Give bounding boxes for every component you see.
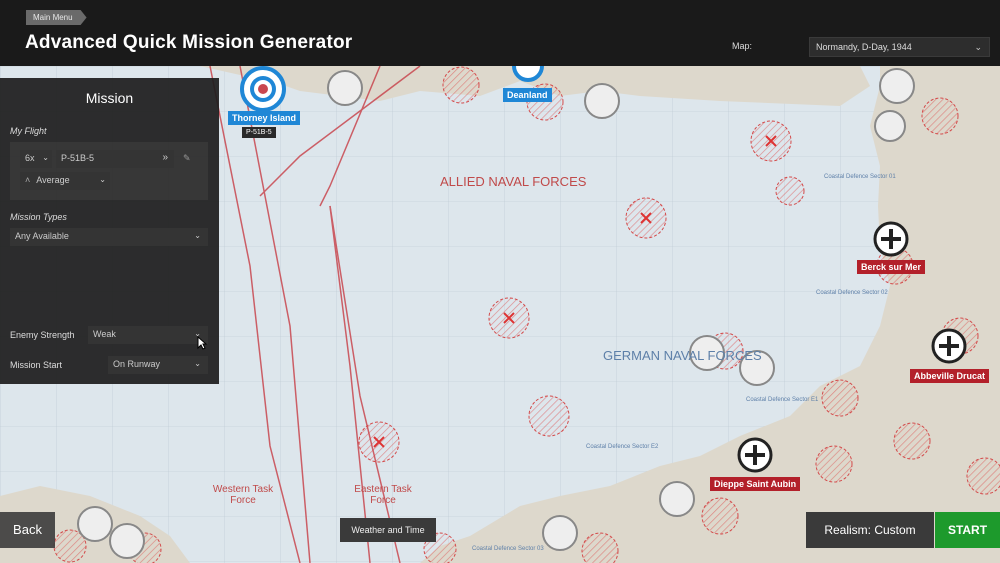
weather-and-time-button[interactable]: Weather and Time [340,518,436,542]
chevron-down-icon: ⌄ [974,42,982,52]
coastal-defence-label: Coastal Defence Sector 03 [472,546,544,552]
coastal-defence-label: Coastal Defence Sector 02 [816,290,888,296]
enemy-strength-value: Weak [93,329,116,339]
allied-naval-forces-label: ALLIED NAVAL FORCES [440,174,587,189]
enemy-strength-select[interactable]: Weak ⌄ [88,326,208,344]
airfield-berck-sur-mer[interactable]: Berck sur Mer [857,260,926,274]
my-flight-label: My Flight [10,126,47,136]
coastal-defence-label: Coastal Defence Sector E1 [746,397,819,403]
coastal-defence-label: Coastal Defence Sector 01 [824,174,896,180]
western-task-force-label: Western Task Force [212,484,274,506]
skill-select[interactable]: ˄ Average ⌄ [20,172,110,190]
german-naval-forces-label: GERMAN NAVAL FORCES [603,348,762,363]
double-chevron-right-icon[interactable]: » [162,150,168,166]
chevron-down-icon: ⌄ [194,231,201,240]
panel-title: Mission [85,90,134,106]
thorney-island-marker [240,66,286,112]
airfield-deanland[interactable]: Deanland [503,88,552,102]
start-button[interactable]: START [935,512,1000,548]
airfield-thorney-island[interactable]: Thorney Island [228,111,301,125]
mission-types-value: Any Available [15,231,69,241]
flight-count-select[interactable]: 6x ⌄ [20,150,52,168]
aircraft-tag: P-51B-5 [242,127,276,138]
aircraft-select[interactable]: P-51B-5 » [56,150,174,168]
coastal-defence-label: Coastal Defence Sector E2 [586,444,659,450]
airfield-dieppe-saint-aubin[interactable]: Dieppe Saint Aubin [710,477,801,491]
mission-types-select[interactable]: Any Available ⌄ [10,228,208,246]
mission-start-select[interactable]: On Runway ⌄ [108,356,208,374]
skill-value: Average [36,175,70,185]
flight-count-value: 6x [25,153,35,163]
header: Main Menu Advanced Quick Mission Generat… [0,0,1000,66]
my-flight-area: 6x ⌄ P-51B-5 » ✎ ˄ Average ⌄ [10,142,208,200]
map-label: Map: [732,41,753,51]
mission-panel: Mission My Flight 6x ⌄ P-51B-5 » ✎ ˄ Ave… [0,78,219,384]
mission-types-label: Mission Types [10,212,67,222]
aircraft-value: P-51B-5 [61,153,95,163]
map-select-value: Normandy, D-Day, 1944 [816,42,912,52]
enemy-strength-label: Enemy Strength [10,330,75,340]
map-select[interactable]: Normandy, D-Day, 1944 ⌄ [809,37,990,57]
page-title: Advanced Quick Mission Generator [25,32,353,53]
chevron-down-icon: ⌄ [42,153,49,162]
eastern-task-force-label: Eastern Task Force [354,484,412,506]
chevron-down-icon: ⌄ [99,175,106,184]
chevron-up-icon: ˄ [25,175,31,185]
edit-loadout-icon[interactable]: ✎ [178,150,198,168]
mouse-cursor-icon [197,336,207,350]
breadcrumb-main-menu[interactable]: Main Menu [26,10,87,25]
mission-start-value: On Runway [113,359,161,369]
realism-button[interactable]: Realism: Custom [806,512,934,548]
back-button[interactable]: Back [0,512,55,548]
airfield-abbeville-drucat[interactable]: Abbeville Drucat [910,369,990,383]
mission-start-label: Mission Start [10,360,63,370]
chevron-down-icon: ⌄ [194,359,201,368]
